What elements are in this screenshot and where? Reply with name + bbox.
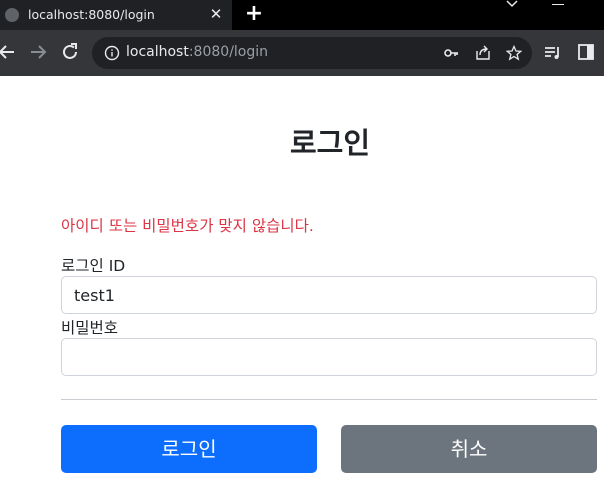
info-icon[interactable]	[104, 45, 120, 61]
arrow-left-icon[interactable]	[0, 41, 18, 63]
page-title: 로그인	[289, 126, 371, 160]
close-icon[interactable]: ✕	[207, 4, 225, 24]
cancel-button[interactable]: 취소	[341, 425, 597, 473]
plus-icon[interactable]: +	[243, 3, 265, 25]
login-id-input[interactable]	[61, 276, 597, 314]
login-button[interactable]: 로그인	[61, 425, 317, 473]
star-icon[interactable]	[506, 45, 522, 61]
chevron-down-icon[interactable]	[503, 0, 521, 10]
password-label: 비밀번호	[61, 319, 119, 337]
key-icon[interactable]	[443, 45, 459, 61]
url-path: :8080/login	[188, 44, 269, 60]
url-host: localhost	[126, 44, 189, 60]
arrow-right-icon[interactable]	[27, 41, 49, 63]
login-id-label: 로그인 ID	[61, 257, 126, 275]
divider	[61, 399, 597, 400]
tab-strip: localhost:8080/login ✕ +	[0, 0, 604, 30]
reload-icon[interactable]	[59, 41, 81, 63]
minimize-icon[interactable]	[552, 0, 566, 10]
tab-title: localhost:8080/login	[28, 7, 155, 22]
error-message: 아이디 또는 비밀번호가 맞지 않습니다.	[61, 217, 314, 235]
media-control-icon[interactable]	[544, 44, 562, 62]
globe-icon	[5, 8, 19, 22]
url-text: localhost:8080/login	[126, 44, 268, 60]
share-icon[interactable]	[475, 45, 491, 61]
password-input[interactable]	[61, 338, 597, 376]
address-bar[interactable]: localhost:8080/login	[92, 37, 532, 69]
browser-tab[interactable]: localhost:8080/login ✕	[0, 0, 232, 30]
browser-toolbar: localhost:8080/login	[0, 30, 604, 76]
side-panel-icon[interactable]	[578, 44, 594, 60]
